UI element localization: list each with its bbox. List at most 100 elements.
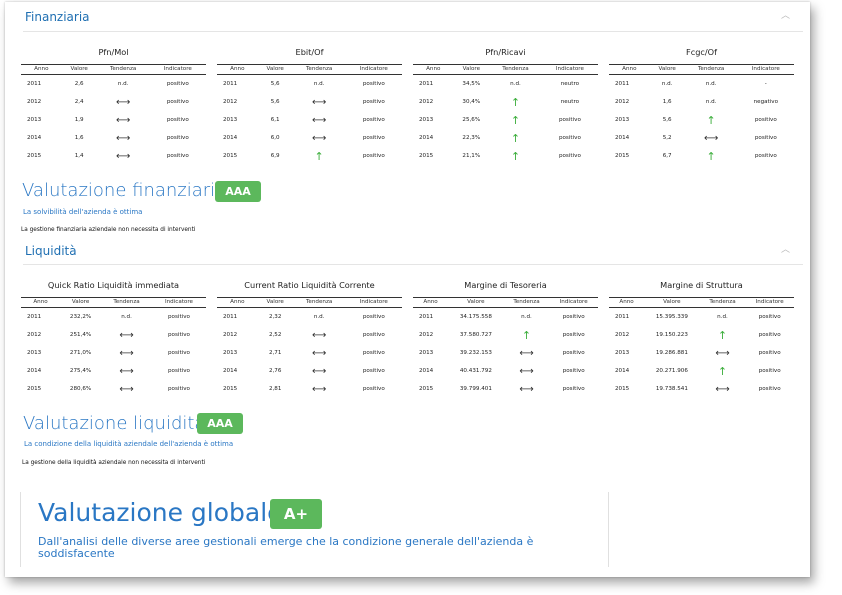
cell-indicatore: positivo (168, 368, 190, 374)
column-header: Valore (61, 64, 97, 75)
cell-valore: 6,0 (270, 135, 280, 141)
cell-valore: 1,4 (74, 153, 84, 159)
table-row: 2011 34.175.558 n.d. positivo (413, 308, 598, 327)
table-row: 2012 30,4% ↑ neutro (413, 93, 598, 111)
column-header: Tendenza (96, 64, 150, 75)
trend-flat-icon: ⟷ (119, 383, 134, 395)
cell-indicatore: - (764, 81, 767, 87)
cell-valore: 39.799.401 (459, 386, 492, 392)
metric-table: Anno Valore Tendenza Indicatore 2011 n.d. n.d.… (609, 64, 794, 165)
table-row: 2014 1,6 ⟷ positivo (21, 129, 206, 147)
cell-anno: 2015 (419, 153, 434, 159)
cell-valore: 20.271.906 (655, 368, 688, 374)
metric-title: Pfn/Ricavi (485, 47, 526, 57)
trend-flat-icon: ⟷ (311, 132, 327, 144)
cell-indicatore: positivo (166, 135, 189, 141)
column-header: Anno (609, 297, 645, 308)
cell-anno: 2013 (27, 350, 42, 356)
cell-anno: 2011 (615, 314, 630, 320)
cell-indicatore: positivo (558, 117, 581, 123)
column-header: Anno (217, 64, 258, 75)
cell-valore: 6,1 (270, 117, 280, 123)
cell-anno: 2011 (223, 81, 238, 87)
cell-valore: 5,6 (270, 99, 280, 105)
metric-table: Anno Valore Tendenza Indicatore 2011 2,6 n.d. p… (21, 64, 206, 165)
cell-indicatore: positivo (362, 135, 385, 141)
trend-up-icon: ↑ (510, 113, 521, 127)
cell-valore: 19.150.223 (655, 332, 688, 338)
table-row: 2015 280,6% ⟷ positivo (21, 380, 206, 398)
cell-tendenza: n.d. (117, 81, 129, 87)
column-header: Anno (609, 64, 650, 75)
cell-indicatore: positivo (754, 135, 777, 141)
cell-indicatore: positivo (168, 332, 190, 338)
valutazione-finanziaria-title: Valutazione finanziaria (22, 180, 227, 201)
cell-valore: 275,4% (69, 368, 92, 374)
column-header: Valore (448, 297, 504, 308)
metric-table: Anno Valore Tendenza Indicatore 2011 15.395.3… (609, 297, 794, 398)
cell-anno: 2015 (419, 386, 434, 392)
column-header: Indicatore (149, 64, 206, 75)
column-header: Anno (413, 64, 454, 75)
cell-anno: 2013 (223, 117, 238, 123)
cell-indicatore: positivo (166, 81, 189, 87)
cell-indicatore: positivo (562, 386, 585, 392)
cell-anno: 2014 (223, 368, 238, 374)
table-row: 2014 20.271.906 ↑ positivo (609, 362, 794, 380)
chevron-up-icon[interactable]: ︿ (781, 242, 790, 255)
table-row: 2013 271,0% ⟷ positivo (21, 344, 206, 362)
cell-indicatore: positivo (362, 368, 385, 374)
cell-indicatore: positivo (362, 117, 385, 123)
column-header: Tendenza (101, 297, 152, 308)
cell-indicatore: positivo (362, 81, 385, 87)
cell-valore: n.d. (661, 81, 673, 87)
column-header: Indicatore (737, 64, 794, 75)
cell-anno: 2015 (223, 153, 238, 159)
trend-up-icon: ↑ (510, 95, 521, 109)
cell-indicatore: positivo (166, 117, 189, 123)
cell-anno: 2014 (27, 135, 42, 141)
cell-indicatore: positivo (562, 350, 585, 356)
cell-valore: 19.738.541 (655, 386, 688, 392)
cell-indicatore: positivo (758, 350, 781, 356)
table-row: 2013 2,71 ⟷ positivo (217, 344, 402, 362)
cell-valore: 37.580.727 (459, 332, 492, 338)
table-row: 2015 2,81 ⟷ positivo (217, 380, 402, 398)
cell-valore: 21,1% (462, 153, 481, 159)
table-row: 2014 2,76 ⟷ positivo (217, 362, 402, 380)
cell-indicatore: positivo (754, 153, 777, 159)
trend-flat-icon: ⟷ (115, 114, 131, 126)
table-row: 2013 19.286.881 ⟷ positivo (609, 344, 794, 362)
valutazione-liquidita-badge: AAA (197, 413, 243, 434)
cell-indicatore: positivo (166, 153, 189, 159)
cell-valore: 22,3% (462, 135, 481, 141)
cell-indicatore: positivo (362, 99, 385, 105)
cell-valore: 2,6 (74, 81, 84, 87)
metric-3: Fcgc/Of Anno Valore Tendenza Indicatore 2011 n… (609, 45, 794, 165)
chevron-up-icon[interactable]: ︿ (781, 8, 790, 21)
column-header: Tendenza (292, 64, 346, 75)
valutazione-liquidita-note: La gestione della liquidità aziendale no… (22, 460, 206, 466)
cell-indicatore: positivo (168, 350, 190, 356)
cell-anno: 2015 (223, 386, 238, 392)
cell-anno: 2012 (27, 332, 42, 338)
cell-anno: 2011 (27, 314, 42, 320)
cell-anno: 2011 (419, 314, 434, 320)
column-header: Anno (217, 297, 258, 308)
table-row: 2013 39.232.153 ⟷ positivo (413, 344, 598, 362)
trend-flat-icon: ⟷ (715, 383, 730, 395)
cell-anno: 2015 (615, 153, 630, 159)
cell-indicatore: neutro (560, 81, 580, 87)
cell-anno: 2015 (615, 386, 630, 392)
cell-anno: 2015 (27, 386, 42, 392)
cell-anno: 2012 (615, 99, 630, 105)
metric-title: Quick Ratio Liquidità immediata (47, 280, 180, 290)
cell-indicatore: positivo (758, 332, 781, 338)
cell-indicatore: positivo (558, 135, 581, 141)
valutazione-finanziaria-description: La solvibilità dell'azienda è ottima (23, 208, 143, 216)
table-row: 2014 6,0 ⟷ positivo (217, 129, 402, 147)
table-row: 2011 34,5% n.d. neutro (413, 75, 598, 94)
cell-anno: 2012 (419, 332, 434, 338)
cell-valore: 30,4% (462, 99, 481, 105)
table-row: 2013 5,6 ↑ positivo (609, 111, 794, 129)
